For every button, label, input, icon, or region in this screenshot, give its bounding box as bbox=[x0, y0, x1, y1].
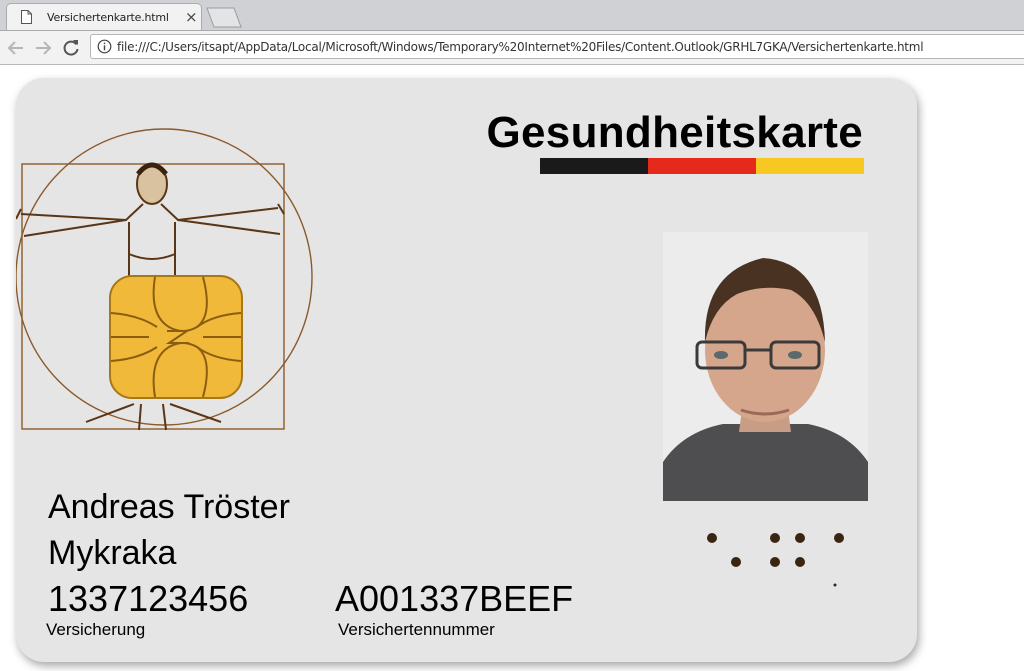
health-insurance-card: Gesundheitskarte Andreas Tröster Mykraka… bbox=[16, 78, 917, 662]
smart-card-chip bbox=[109, 275, 243, 399]
browser-tab[interactable]: Versichertenkarte.html × bbox=[6, 3, 202, 30]
info-icon[interactable] bbox=[97, 39, 112, 54]
close-icon[interactable]: × bbox=[185, 8, 198, 26]
url-text[interactable]: file:///C:/Users/itsapt/AppData/Local/Mi… bbox=[117, 40, 924, 54]
tab-strip: Versichertenkarte.html × bbox=[0, 0, 1024, 31]
reload-icon[interactable] bbox=[60, 37, 82, 59]
flag-black-stripe bbox=[540, 158, 648, 174]
back-icon[interactable] bbox=[5, 37, 27, 59]
new-tab-icon[interactable] bbox=[204, 6, 244, 28]
browser-toolbar: file:///C:/Users/itsapt/AppData/Local/Mi… bbox=[0, 31, 1024, 65]
address-bar[interactable]: file:///C:/Users/itsapt/AppData/Local/Mi… bbox=[90, 34, 1024, 59]
insured-number: A001337BEEF bbox=[335, 578, 574, 619]
forward-icon[interactable] bbox=[32, 37, 54, 59]
document-icon bbox=[21, 10, 32, 24]
insurance-label: Versicherung bbox=[46, 620, 146, 639]
flag-red-stripe bbox=[648, 158, 756, 174]
holder-photo bbox=[663, 232, 868, 501]
holder-name: Andreas Tröster bbox=[48, 488, 290, 526]
flag-gold-stripe bbox=[756, 158, 864, 174]
german-flag-stripe bbox=[540, 158, 864, 174]
insurance-number: 1337123456 bbox=[48, 578, 249, 619]
braille-dots bbox=[707, 533, 844, 587]
insurer-name: Mykraka bbox=[48, 534, 177, 572]
card-title: Gesundheitskarte bbox=[486, 108, 863, 157]
tab-title: Versichertenkarte.html bbox=[47, 11, 169, 24]
insured-number-label: Versichertennummer bbox=[338, 620, 495, 639]
